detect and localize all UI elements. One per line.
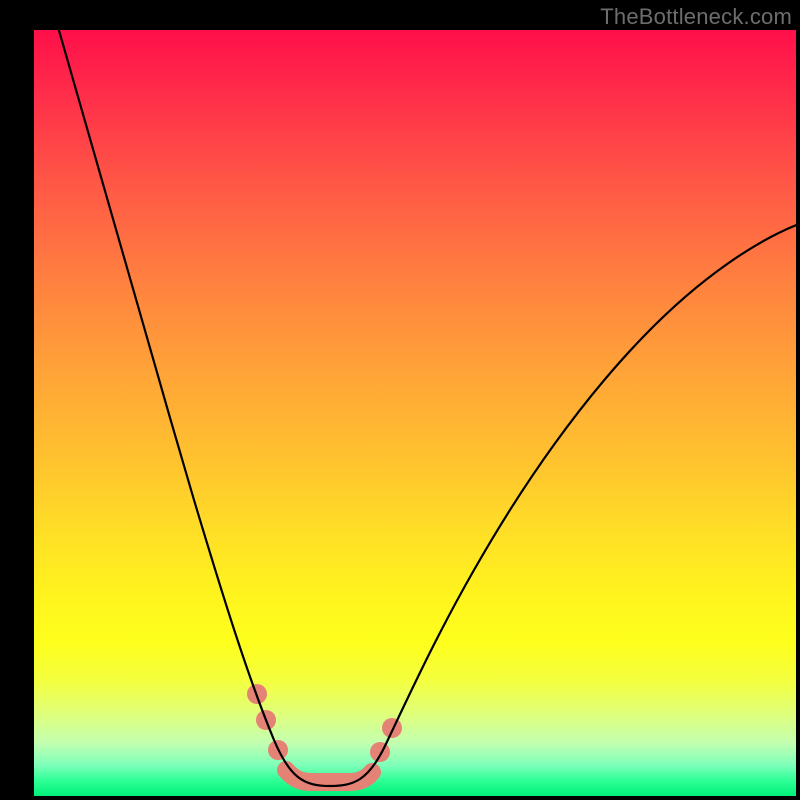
marker-dot [382,718,402,738]
chart-frame: TheBottleneck.com [0,0,800,800]
marker-dot [370,742,390,762]
bottleneck-curve-line [56,30,796,786]
bottleneck-curve-svg [34,30,796,796]
watermark-text: TheBottleneck.com [600,4,792,30]
plot-area [34,30,796,796]
